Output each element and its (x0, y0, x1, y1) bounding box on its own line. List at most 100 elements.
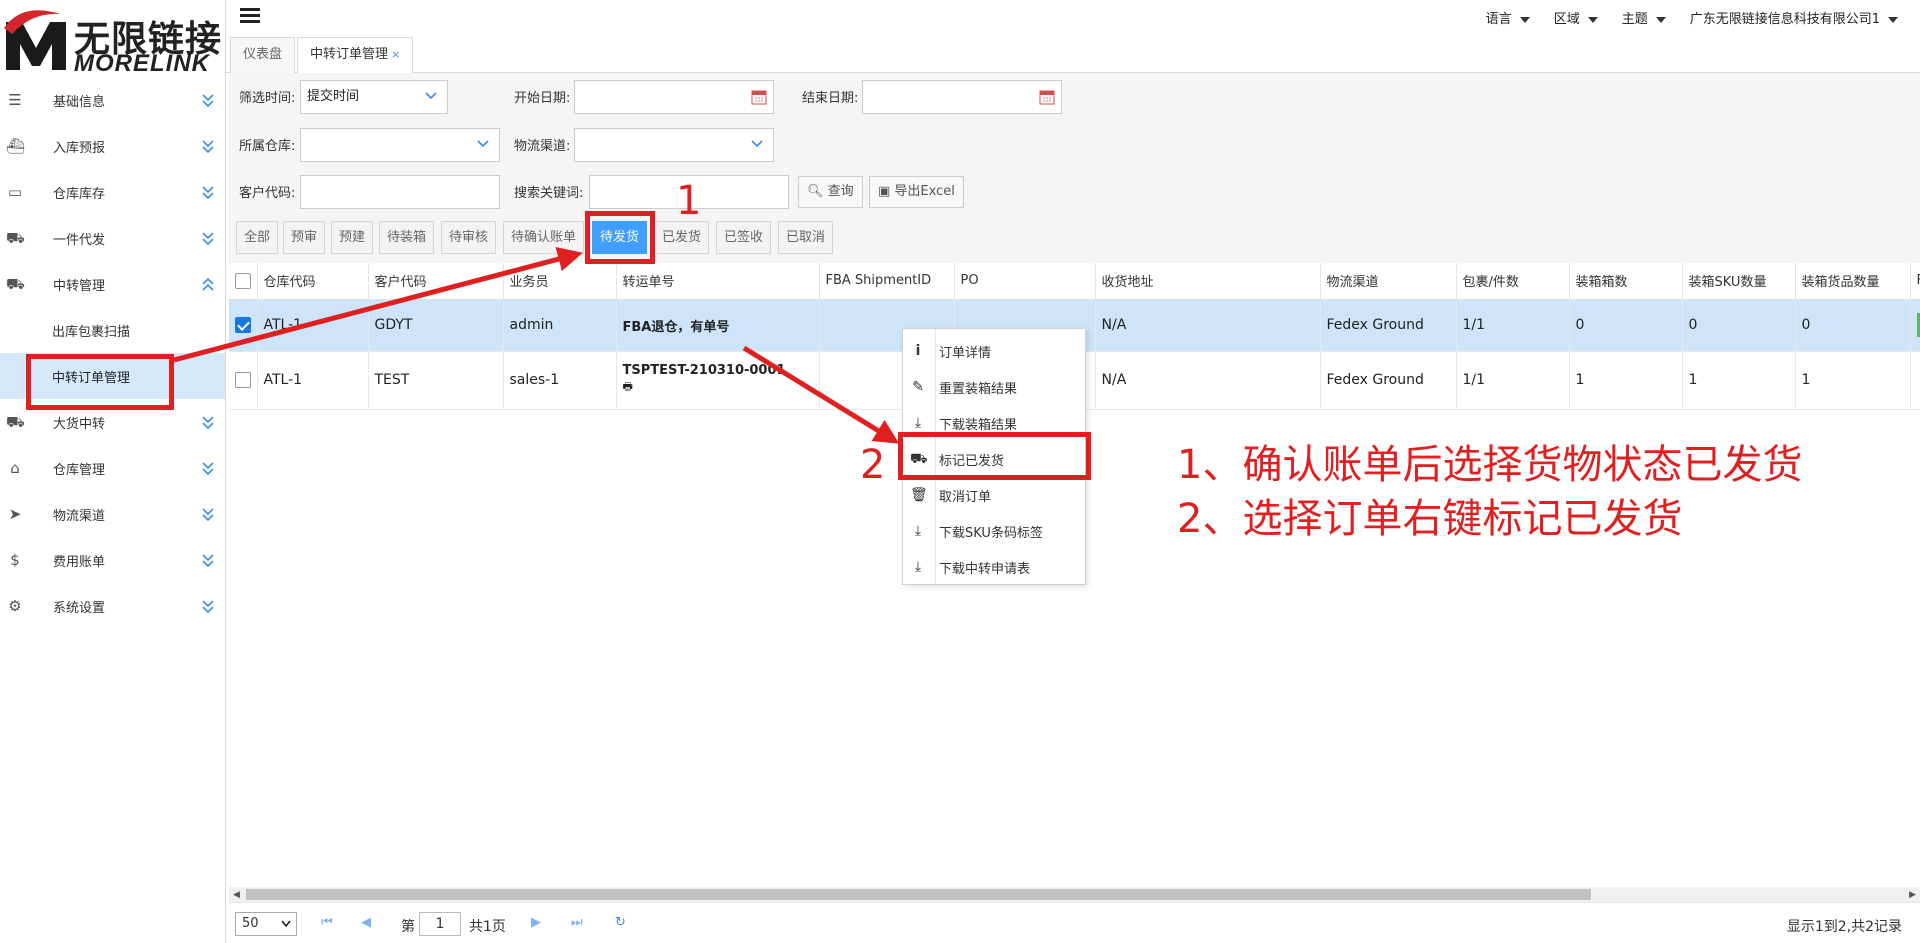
warehouse-select[interactable] (300, 128, 500, 162)
keyword-label: 搜索关键词: (514, 186, 584, 201)
gear-icon: ⚙ (8, 597, 22, 615)
status-tab-to-pack[interactable]: 待装箱 (379, 221, 435, 254)
filter-time-select[interactable]: 提交时间 (300, 80, 448, 114)
chevron-down-icon (477, 140, 489, 148)
next-page-icon[interactable]: ▶ (531, 915, 541, 930)
status-tab-all[interactable]: 全部 (236, 221, 279, 254)
sidebar-item-dropshipping[interactable]: ⛟ 一件代发 (0, 215, 225, 261)
prev-page-icon[interactable]: ◀ (361, 915, 371, 930)
download-icon: ⤓ (914, 415, 922, 431)
page-prefix-label: 第 (401, 919, 415, 935)
select-all-checkbox-cell[interactable] (229, 263, 257, 300)
cursor-icon: ➤ (8, 505, 22, 523)
column-header[interactable]: 仓库代码 (256, 263, 368, 300)
menu-item-label: 下载装箱结果 (939, 418, 1018, 433)
start-date-input[interactable] (574, 80, 774, 114)
status-tab-to-confirm-bill[interactable]: 待确认账单 (503, 221, 585, 254)
end-date-input[interactable] (862, 80, 1062, 114)
cell-channel: Fedex Ground (1319, 351, 1456, 410)
status-tab-shipped[interactable]: 已发货 (654, 221, 710, 254)
file-badge-icon[interactable] (1916, 313, 1920, 337)
horizontal-scrollbar[interactable]: ◀ ▶ (229, 887, 1920, 902)
status-tab-cancelled[interactable]: 已取消 (778, 221, 834, 254)
search-icon: 🔍︎ (807, 184, 828, 199)
column-header[interactable]: Fil (1909, 263, 1920, 300)
cell-box-count: 1 (1568, 351, 1682, 410)
chevron-down-icon (425, 92, 437, 100)
cell-channel: Fedex Ground (1319, 299, 1456, 352)
close-icon[interactable]: × (391, 48, 400, 61)
sidebar-item-basic-info[interactable]: ☰ 基础信息 (0, 77, 225, 123)
edit-icon: ✎ (912, 379, 924, 395)
annotation-line-2: 2、选择订单右键标记已发货 (1177, 496, 1683, 542)
status-tab-signed[interactable]: 已签收 (716, 221, 772, 254)
column-header[interactable]: 收货地址 (1094, 263, 1320, 300)
chevron-double-down-icon (202, 140, 214, 154)
status-tab-pre-review[interactable]: 预审 (283, 221, 326, 254)
menu-item-cancel-order[interactable]: 🗑︎ 取消订单 (903, 477, 1085, 513)
column-header[interactable]: 装箱箱数 (1568, 263, 1682, 300)
scroll-right-arrow-icon[interactable]: ▶ (1909, 890, 1916, 900)
tab-label: 仪表盘 (243, 47, 283, 62)
sidebar-item-inbound-forecast[interactable]: ⛴ 入库预报 (0, 123, 225, 169)
row-checkbox-cell[interactable] (229, 299, 257, 352)
sidebar-item-inventory[interactable]: ▭ 仓库库存 (0, 169, 225, 215)
theme-dropdown[interactable]: 主题 (1622, 8, 1666, 27)
sidebar-item-label: 费用账单 (53, 554, 106, 570)
select-all-checkbox[interactable] (235, 272, 251, 289)
column-header[interactable]: 业务员 (502, 263, 616, 300)
filter-time-value: 提交时间 (307, 89, 360, 104)
sidebar-item-billing[interactable]: $ 费用账单 (0, 537, 225, 583)
page-size-select[interactable]: 50 (235, 912, 297, 936)
column-header[interactable]: 客户代码 (367, 263, 503, 300)
last-page-icon[interactable]: ⏭ (571, 915, 583, 930)
language-dropdown[interactable]: 语言 (1486, 8, 1530, 27)
menu-item-download-sku-labels[interactable]: ⤓ 下载SKU条码标签 (903, 513, 1085, 549)
tab-dashboard[interactable]: 仪表盘 (230, 37, 296, 73)
sidebar-item-label: 基础信息 (53, 94, 106, 110)
menu-item-order-details[interactable]: i 订单详情 (903, 333, 1085, 369)
annotation-box-status-tab (585, 211, 655, 264)
first-page-icon[interactable]: ⏮ (321, 915, 333, 930)
sidebar-item-outbound-scan[interactable]: 出库包裹扫描 (0, 307, 225, 353)
status-tab-to-review[interactable]: 待审核 (441, 221, 497, 254)
scroll-left-arrow-icon[interactable]: ◀ (233, 890, 240, 900)
cell-goods-count: 0 (1794, 299, 1910, 352)
column-header[interactable]: FBA ShipmentID (818, 263, 954, 300)
customer-code-input[interactable] (300, 175, 500, 209)
printer-icon[interactable]: 🖶 (623, 378, 819, 397)
cell-sku-count: 0 (1681, 299, 1795, 352)
sidebar-item-logistics-channels[interactable]: ➤ 物流渠道 (0, 491, 225, 537)
menu-toggle-icon[interactable] (240, 8, 260, 24)
sidebar-item-system-settings[interactable]: ⚙ 系统设置 (0, 583, 225, 629)
column-header[interactable]: 装箱SKU数量 (1681, 263, 1795, 300)
menu-item-reset-packing[interactable]: ✎ 重置装箱结果 (903, 369, 1085, 405)
row-checkbox[interactable] (235, 317, 251, 333)
column-header[interactable]: 包裹/件数 (1455, 263, 1569, 300)
company-dropdown[interactable]: 广东无限链接信息科技有限公司1 (1690, 8, 1898, 27)
cell-packages: 1/1 (1455, 299, 1569, 352)
column-header[interactable]: PO (953, 263, 1095, 300)
channel-select[interactable] (574, 128, 774, 162)
region-dropdown[interactable]: 区域 (1554, 8, 1598, 27)
tab-transit-orders[interactable]: 中转订单管理 × (297, 37, 414, 74)
inbox-icon: ▭ (7, 183, 23, 201)
menu-item-download-transit-form[interactable]: ⤓ 下载中转申请表 (903, 549, 1085, 585)
row-checkbox-cell[interactable] (229, 351, 257, 410)
export-excel-button[interactable]: ▣ 导出Excel (869, 176, 964, 208)
row-checkbox[interactable] (235, 372, 251, 388)
logo: 无限链接 MORELINK (0, 0, 225, 77)
query-button[interactable]: 🔍︎ 查询 (798, 176, 863, 208)
status-tab-pre-build[interactable]: 预建 (331, 221, 374, 254)
refresh-icon[interactable]: ↻ (615, 915, 626, 930)
column-header[interactable]: 物流渠道 (1319, 263, 1456, 300)
cell-address: N/A (1094, 351, 1320, 410)
sidebar-item-transit-management[interactable]: ⛟ 中转管理 (0, 261, 225, 307)
sidebar-item-warehouse-management[interactable]: ⌂ 仓库管理 (0, 445, 225, 491)
cell-goods-count: 1 (1794, 351, 1910, 410)
column-header[interactable]: 转运单号 (615, 263, 819, 300)
column-header[interactable]: 装箱货品数量 (1794, 263, 1910, 300)
scrollbar-thumb[interactable] (246, 889, 1591, 900)
page-number-input[interactable]: 1 (419, 912, 461, 936)
page-size-value: 50 (242, 916, 259, 931)
